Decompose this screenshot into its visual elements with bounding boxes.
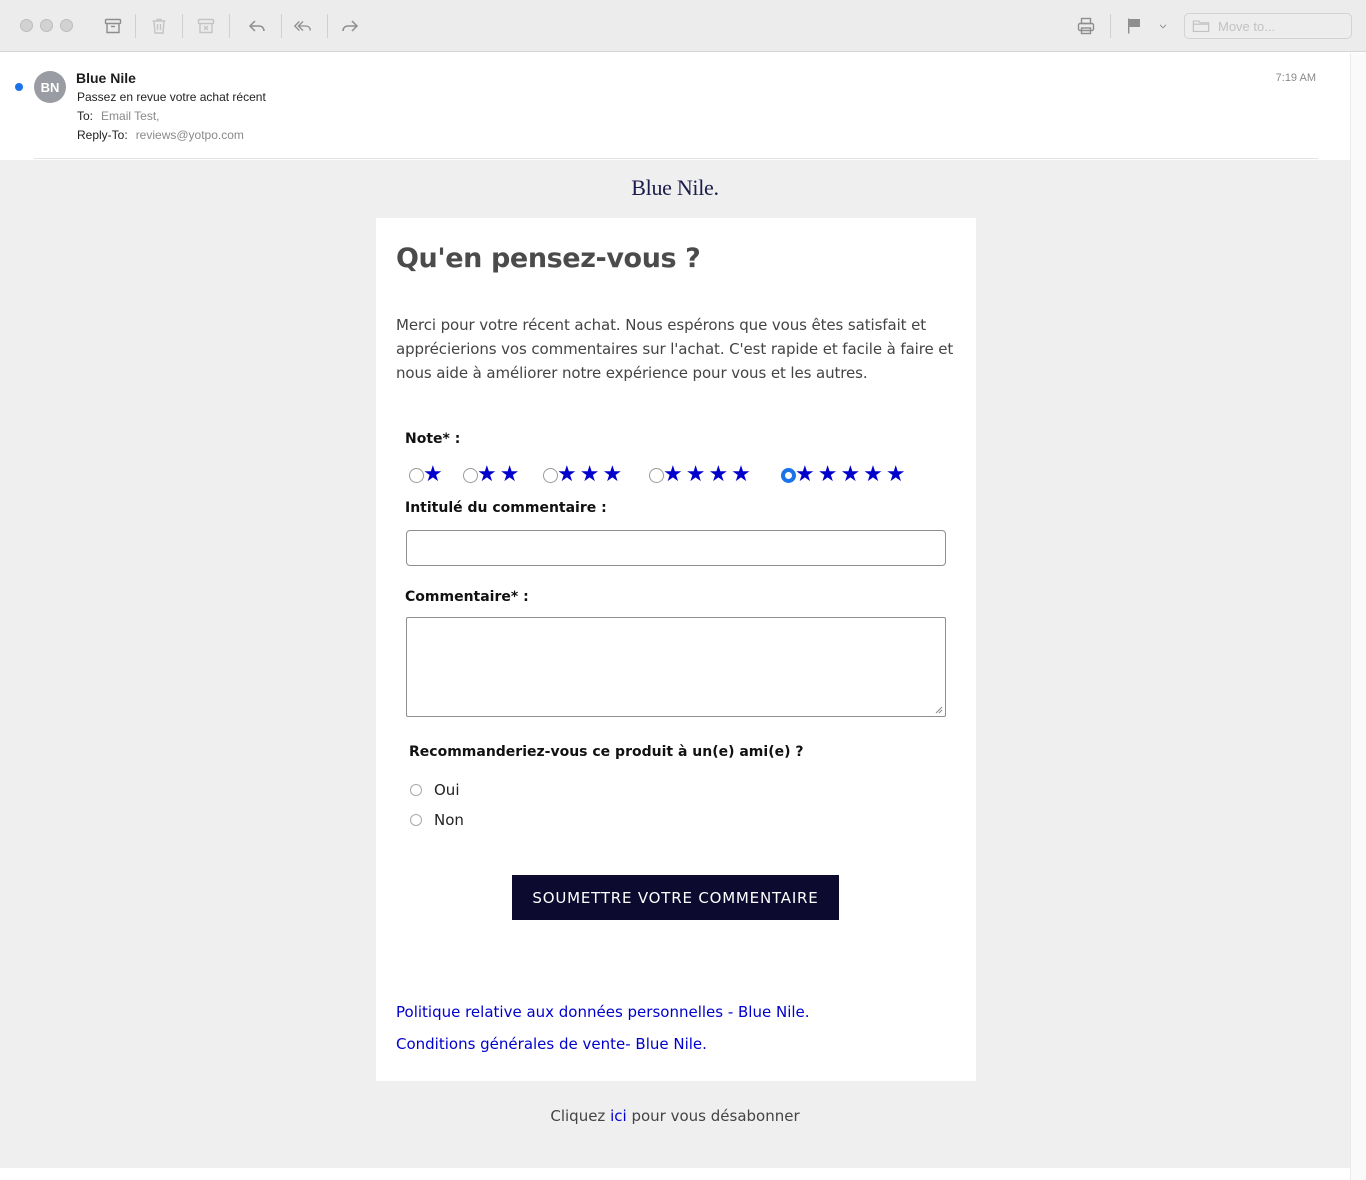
print-button[interactable] <box>1072 12 1100 40</box>
trash-button[interactable] <box>145 12 173 40</box>
flag-button[interactable] <box>1120 12 1148 40</box>
rating-radio-selected[interactable] <box>781 467 796 483</box>
chevron-down-icon <box>1159 24 1167 29</box>
unread-indicator <box>15 83 23 91</box>
comment-title-label: Intitulé du commentaire : <box>405 500 607 516</box>
minimize-window-button[interactable] <box>40 19 53 32</box>
subject: Passez en revue votre achat récent <box>77 90 266 104</box>
page-title: Qu'en pensez-vous ? <box>396 243 701 274</box>
reply-to-label: Reply-To: <box>77 128 128 142</box>
move-to-placeholder: Move to... <box>1218 18 1276 34</box>
zoom-window-button[interactable] <box>60 19 73 32</box>
sender-name[interactable]: Blue Nile <box>76 70 136 86</box>
trash-icon <box>152 18 166 34</box>
unsubscribe-line: Cliquez ici pour vous désabonner <box>0 1107 1350 1125</box>
reply-button[interactable] <box>243 12 271 40</box>
move-to-field[interactable]: Move to... <box>1184 13 1352 39</box>
star-icon: ★★★★★ <box>795 462 909 487</box>
to-value[interactable]: Email Test, <box>101 109 159 123</box>
flag-icon <box>1128 18 1140 34</box>
reply-icon <box>248 20 265 32</box>
terms-link[interactable]: Conditions générales de vente- Blue Nile… <box>396 1035 707 1053</box>
close-window-button[interactable] <box>20 19 33 32</box>
rating-option-1[interactable]: ★ <box>409 462 446 488</box>
brand-logo: Blue Nile. <box>631 175 719 200</box>
rating-option-4[interactable]: ★★★★ <box>649 462 754 488</box>
to-row: To: Email Test, <box>77 109 159 123</box>
privacy-policy-link[interactable]: Politique relative aux données personnel… <box>396 1003 810 1021</box>
rating-option-3[interactable]: ★★★ <box>543 462 625 488</box>
recommend-no-option[interactable]: Non <box>410 810 464 830</box>
rating-label: Note* : <box>405 431 461 447</box>
junk-button[interactable] <box>192 12 220 40</box>
junk-icon <box>197 18 215 34</box>
resize-grip-icon[interactable] <box>935 706 943 714</box>
archive-icon <box>104 18 122 34</box>
submit-review-button[interactable]: SOUMETTRE VOTRE COMMENTAIRE <box>512 875 839 920</box>
unsubscribe-link[interactable]: ici <box>610 1107 627 1125</box>
comment-title-input[interactable] <box>406 530 946 566</box>
mail-toolbar: Move to... <box>0 0 1366 52</box>
recommend-yes-radio[interactable] <box>410 784 422 796</box>
rating-option-5[interactable]: ★★★★★ <box>781 462 909 488</box>
bottom-strip <box>0 1168 1350 1180</box>
intro-text: Merci pour votre récent achat. Nous espé… <box>396 316 954 382</box>
star-icon: ★★★★ <box>663 462 754 487</box>
star-icon: ★ <box>423 462 446 487</box>
header-divider <box>34 158 1318 159</box>
scrollbar[interactable] <box>1350 53 1366 1180</box>
comment-label: Commentaire* : <box>405 589 529 605</box>
message-time: 7:19 AM <box>1275 72 1316 84</box>
rating-radio[interactable] <box>649 467 664 483</box>
recommend-no-label: Non <box>434 811 464 829</box>
printer-icon <box>1077 17 1095 35</box>
recommend-yes-option[interactable]: Oui <box>410 780 459 800</box>
unsubscribe-suffix: pour vous désabonner <box>631 1107 800 1125</box>
message-header <box>0 53 1350 159</box>
reply-all-icon <box>293 20 311 32</box>
recommend-no-radio[interactable] <box>410 814 422 826</box>
flag-menu-button[interactable] <box>1150 12 1176 40</box>
comment-textarea[interactable] <box>406 617 946 717</box>
archive-button[interactable] <box>99 12 127 40</box>
reply-to-row: Reply-To: reviews@yotpo.com <box>77 128 244 142</box>
reply-all-button[interactable] <box>289 12 317 40</box>
rating-radio[interactable] <box>409 467 424 483</box>
to-label: To: <box>77 109 94 123</box>
recommend-yes-label: Oui <box>434 781 460 799</box>
star-icon: ★★ <box>477 462 523 487</box>
folder-icon <box>1192 20 1210 32</box>
rating-option-2[interactable]: ★★ <box>463 462 522 488</box>
recommend-question: Recommanderiez-vous ce produit à un(e) a… <box>409 744 804 760</box>
forward-icon <box>342 20 359 32</box>
reply-to-value[interactable]: reviews@yotpo.com <box>136 128 244 142</box>
star-icon: ★★★ <box>557 462 626 487</box>
avatar: BN <box>34 71 66 103</box>
forward-button[interactable] <box>336 12 364 40</box>
unsubscribe-prefix: Cliquez <box>550 1107 606 1125</box>
rating-radio[interactable] <box>463 467 478 483</box>
rating-radio[interactable] <box>543 467 558 483</box>
